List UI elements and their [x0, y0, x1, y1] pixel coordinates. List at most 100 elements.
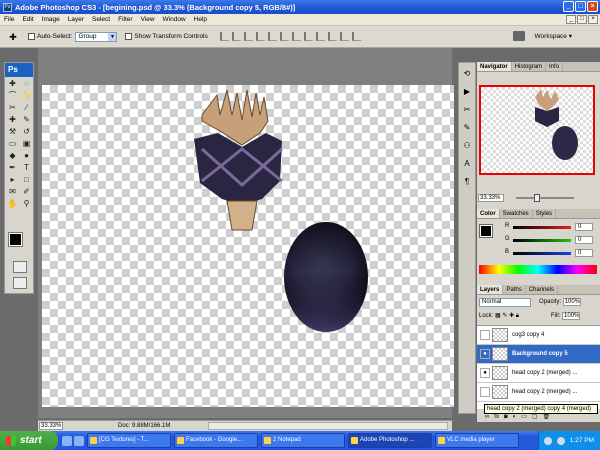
align-right-icon[interactable]	[279, 32, 289, 41]
green-slider-track[interactable]	[513, 239, 571, 242]
blue-slider-track[interactable]	[513, 252, 571, 255]
align-top-icon[interactable]	[219, 32, 229, 41]
layer-row[interactable]: head copy 2 (merged) ...	[477, 383, 600, 402]
character-icon[interactable]: A	[460, 157, 474, 171]
lock-transparency-icon[interactable]: ▦	[495, 313, 501, 319]
screen-mode-button[interactable]	[13, 277, 27, 289]
tab-info[interactable]: Info	[546, 62, 564, 71]
layer-thumbnail[interactable]	[492, 366, 508, 380]
volume-tray-icon[interactable]	[556, 436, 565, 445]
layer-name[interactable]: head copy 2 (merged) ...	[512, 389, 577, 395]
taskbar-button[interactable]: 2 Notepad	[261, 433, 345, 448]
menu-view[interactable]: View	[137, 16, 159, 23]
distribute-vcenter-icon[interactable]	[303, 32, 313, 41]
layer-mask-icon[interactable]: ◙	[504, 414, 508, 420]
workspace-menu[interactable]: Workspace ▾	[512, 31, 572, 41]
layer-row[interactable]: ● head copy 2 (merged) ...	[477, 364, 600, 383]
navigator-zoom-knob[interactable]	[534, 194, 540, 202]
blue-value[interactable]: 0	[575, 249, 593, 257]
blend-mode-dropdown[interactable]: Normal	[479, 298, 531, 307]
lock-pixels-icon[interactable]: ✎	[502, 313, 507, 319]
path-select-tool-icon[interactable]: ▸	[6, 174, 19, 186]
auto-select-dropdown[interactable]: Group ▼	[75, 31, 118, 42]
zoom-tool-icon[interactable]: ⚲	[20, 198, 33, 210]
tab-paths[interactable]: Paths	[503, 285, 526, 294]
auto-select-checkbox[interactable]: Auto-Select:	[28, 33, 72, 40]
layer-style-icon[interactable]: fx	[494, 414, 499, 420]
layer-row[interactable]: cog3 copy 4	[477, 326, 600, 345]
slider-red[interactable]: R 0	[505, 223, 595, 232]
quick-mask-button[interactable]	[13, 261, 27, 273]
slider-blue[interactable]: B 0	[505, 249, 595, 258]
slider-green[interactable]: G 0	[505, 236, 595, 245]
color-foreground-swatch[interactable]	[479, 224, 493, 238]
align-vcenter-icon[interactable]	[231, 32, 241, 41]
menu-layer[interactable]: Layer	[64, 16, 88, 23]
taskbar-button[interactable]: Facebook - Google...	[174, 433, 258, 448]
distribute-left-icon[interactable]	[327, 32, 337, 41]
brushes-icon[interactable]: ✎	[460, 121, 474, 135]
new-group-icon[interactable]: ▭	[521, 413, 527, 420]
tab-histogram[interactable]: Histogram	[512, 62, 547, 71]
eye-hidden-icon[interactable]	[480, 330, 490, 340]
marquee-tool-icon[interactable]: ◌	[20, 78, 33, 90]
layer-name[interactable]: head copy 2 (merged) ...	[512, 370, 577, 376]
lasso-tool-icon[interactable]: ⌒	[6, 90, 19, 102]
zoom-readout[interactable]: 33.33%	[39, 422, 63, 430]
lock-all-icon[interactable]: 🔒︎	[516, 313, 519, 319]
auto-select-box[interactable]	[28, 33, 35, 40]
healing-tool-icon[interactable]: ✚	[6, 114, 19, 126]
menu-filter[interactable]: Filter	[114, 16, 136, 23]
menu-image[interactable]: Image	[38, 16, 64, 23]
close-button[interactable]: ×	[587, 1, 598, 12]
lock-position-icon[interactable]: ✚	[509, 313, 514, 319]
eye-icon[interactable]: ●	[480, 368, 490, 378]
bridge-icon[interactable]	[512, 31, 525, 41]
actions-icon[interactable]: ▶	[460, 85, 474, 99]
distribute-top-icon[interactable]	[291, 32, 301, 41]
tab-channels[interactable]: Channels	[526, 285, 559, 294]
menu-file[interactable]: File	[0, 16, 18, 23]
clone-source-icon[interactable]: ⚇	[460, 139, 474, 153]
tab-color[interactable]: Color	[477, 209, 500, 218]
magic-wand-tool-icon[interactable]: ✨	[20, 90, 33, 102]
navigator-zoom-field[interactable]: 33.33%	[478, 194, 504, 202]
align-bottom-icon[interactable]	[243, 32, 253, 41]
move-tool-icon[interactable]: ✚	[6, 78, 19, 90]
blur-tool-icon[interactable]: ◆	[6, 150, 19, 162]
trash-icon[interactable]: 🗑︎	[543, 413, 551, 420]
layer-thumbnail[interactable]	[492, 385, 508, 399]
color-spectrum-ramp[interactable]	[479, 265, 597, 274]
tab-layers[interactable]: Layers	[477, 285, 504, 294]
show-desktop-icon[interactable]	[62, 435, 72, 446]
minimize-button[interactable]: _	[563, 1, 574, 12]
show-transform-checkbox[interactable]: Show Transform Controls	[125, 33, 208, 40]
taskbar-button[interactable]: VLC media player	[435, 433, 519, 448]
distribute-right-icon[interactable]	[351, 32, 361, 41]
eyedropper-tool-icon[interactable]: ✐	[20, 186, 33, 198]
notes-tool-icon[interactable]: ✉	[6, 186, 19, 198]
align-left-icon[interactable]	[255, 32, 265, 41]
align-hcenter-icon[interactable]	[267, 32, 277, 41]
doc-restore-button[interactable]: □	[577, 15, 587, 24]
tab-styles[interactable]: Styles	[533, 209, 557, 218]
crop-tool-icon[interactable]: ✂	[6, 102, 19, 114]
maximize-button[interactable]: □	[575, 1, 586, 12]
doc-minimize-button[interactable]: _	[566, 15, 576, 24]
new-layer-icon[interactable]: ▢	[532, 413, 538, 420]
slice-tool-icon[interactable]: ∕	[20, 102, 33, 114]
menu-help[interactable]: Help	[190, 16, 211, 23]
horizontal-scrollbar[interactable]	[208, 422, 448, 430]
tab-navigator[interactable]: Navigator	[477, 62, 512, 71]
link-layers-icon[interactable]: ∞	[485, 414, 489, 420]
eraser-tool-icon[interactable]: ▭	[6, 138, 19, 150]
eye-hidden-icon[interactable]	[480, 387, 490, 397]
move-tool-preset-icon[interactable]: ✚	[6, 30, 20, 44]
opacity-field[interactable]: 100%	[562, 298, 581, 306]
tab-swatches[interactable]: Swatches	[500, 209, 533, 218]
history-icon[interactable]: ⟲	[460, 67, 474, 81]
hand-tool-icon[interactable]: ✋	[6, 198, 19, 210]
navigator-preview[interactable]	[479, 85, 595, 175]
navigator-zoom-slider[interactable]	[516, 194, 574, 202]
fill-field[interactable]: 100%	[562, 312, 581, 320]
